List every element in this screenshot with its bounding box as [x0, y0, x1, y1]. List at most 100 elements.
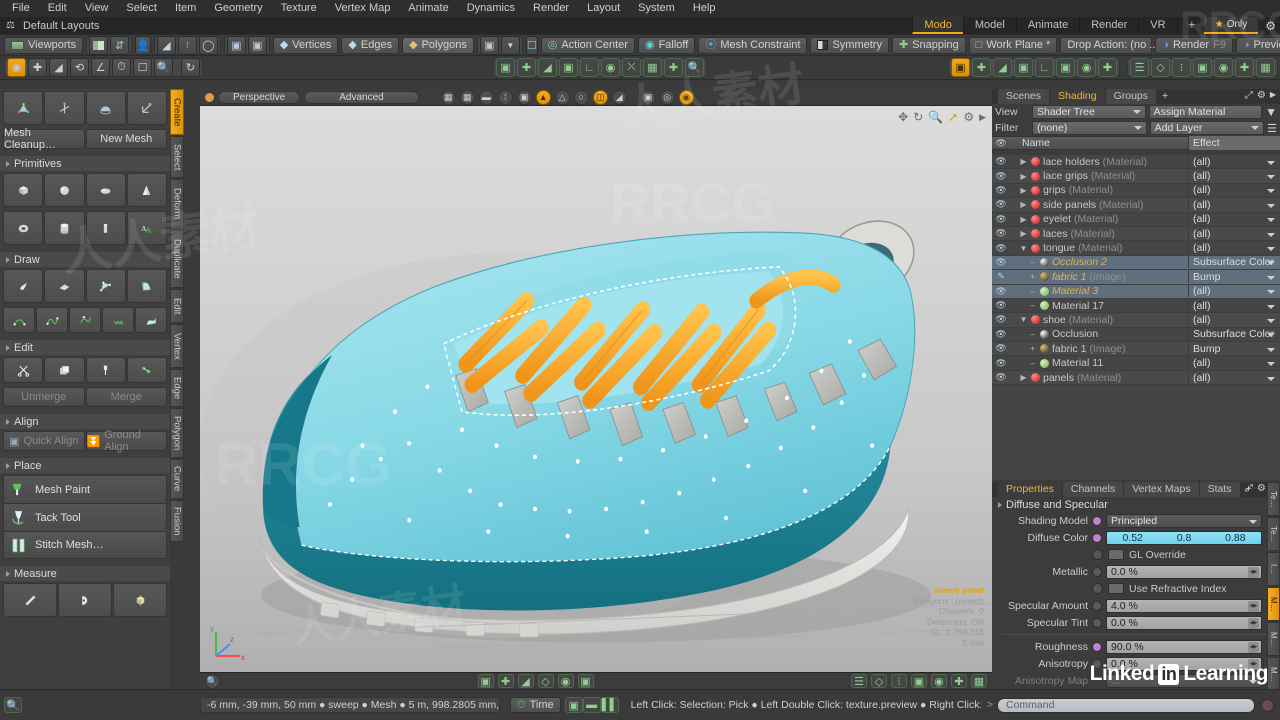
shader-tree-row[interactable]: 👁–Material 3(all) — [992, 285, 1280, 299]
eye-icon[interactable]: 👁 — [992, 228, 1010, 239]
shader-tree-effect-select[interactable]: (all) — [1188, 213, 1280, 225]
vtab-create[interactable]: Create — [170, 89, 184, 135]
select-arrow-icon[interactable]: ◢ — [157, 36, 176, 55]
symmetry-button[interactable]: Symmetry — [810, 37, 889, 54]
menu-item-dynamics[interactable]: Dynamics — [459, 0, 523, 17]
menu-item-item[interactable]: Item — [167, 0, 204, 17]
gear-icon[interactable]: ⚙ — [1257, 90, 1266, 101]
vtab-curve[interactable]: Curve — [170, 459, 184, 499]
vp2-item-icon[interactable]: ▣ — [951, 58, 970, 77]
property-animated-dot-icon[interactable] — [1092, 567, 1102, 577]
vp-focus-icon[interactable]: ◉ — [679, 90, 694, 105]
edges-button[interactable]: ◆ Edges — [341, 37, 399, 54]
shader-tree-row[interactable]: 👁▶lace holders (Material)(all) — [992, 155, 1280, 169]
vp2-camera-icon[interactable]: ▣ — [1056, 58, 1075, 77]
tab-groups[interactable]: Groups — [1106, 89, 1156, 104]
menu-item-edit[interactable]: Edit — [40, 0, 75, 17]
spinner-icon[interactable]: ◀▶ — [1248, 642, 1259, 653]
vtab-polygon[interactable]: Polygon — [170, 408, 184, 458]
section-header-place[interactable]: Place — [0, 458, 170, 473]
eye-icon[interactable]: 👁 — [992, 199, 1010, 210]
transform-tool-icon[interactable]: ◉ — [7, 58, 26, 77]
vpf-layer-icon[interactable]: ◇ — [871, 674, 887, 688]
shader-tree-row[interactable]: 👁–Material 11(all) — [992, 356, 1280, 370]
merge-button[interactable]: Merge — [86, 387, 168, 407]
shader-tree-effect-select[interactable]: Bump — [1188, 271, 1280, 283]
vp-scale-icon[interactable]: ⛌ — [622, 58, 641, 77]
quick-align-button[interactable]: ▣ Quick Align — [3, 431, 85, 451]
shader-tree-effect-select[interactable]: (all) — [1188, 228, 1280, 240]
stamp-tool-icon[interactable]: ☐ — [133, 58, 152, 77]
shading-mode-select[interactable]: Advanced — [304, 91, 418, 104]
lasso-icon[interactable]: ◯ — [199, 36, 218, 55]
tab-properties[interactable]: Properties — [998, 482, 1062, 497]
layout-tab-modo[interactable]: Modo — [912, 17, 963, 34]
select-connected-icon[interactable]: ⁝ — [178, 36, 197, 55]
eye-icon[interactable]: 👁 — [992, 372, 1010, 383]
spinner-icon[interactable]: ◀▶ — [1248, 618, 1259, 629]
leaf-dash-icon[interactable]: – — [1028, 330, 1037, 339]
shader-tree-row[interactable]: 👁▶side panels (Material)(all) — [992, 198, 1280, 212]
side-tab-te1[interactable]: Te… — [1267, 482, 1280, 516]
scale-tool-icon[interactable]: ◢ — [49, 58, 68, 77]
section-header-align[interactable]: Align — [0, 414, 170, 429]
side-tab-m3[interactable]: M… — [1267, 657, 1280, 691]
eye-icon[interactable]: 👁 — [992, 214, 1010, 225]
unmerge-button[interactable]: Unmerge — [3, 387, 85, 407]
vp-camera-icon[interactable]: ▣ — [559, 58, 578, 77]
eye-icon[interactable]: 👁 — [992, 156, 1010, 167]
chevron-right-icon[interactable]: ▶ — [1019, 373, 1028, 382]
eye-icon[interactable]: 👁 — [992, 314, 1010, 325]
gear-icon[interactable]: ⚙ — [1257, 483, 1266, 494]
eye-icon[interactable]: 👁 — [992, 329, 1010, 340]
shader-tree-row[interactable]: 👁–OcclusionSubsurface Color — [992, 328, 1280, 342]
menu-item-help[interactable]: Help — [685, 0, 724, 17]
vpf-group-icon[interactable]: ◉ — [931, 674, 947, 688]
leaf-dash-icon[interactable]: – — [1028, 301, 1037, 310]
stitch-mesh-button[interactable]: Stitch Mesh… — [3, 531, 167, 559]
vp2-move-icon[interactable]: ✚ — [972, 58, 991, 77]
menu-item-layout[interactable]: Layout — [579, 0, 628, 17]
vpf-nodes-icon[interactable]: ⁝ — [891, 674, 907, 688]
items-mode-icon[interactable]: ▣ — [227, 36, 246, 55]
curve-bezier-icon[interactable] — [36, 307, 68, 333]
property-checkbox[interactable] — [1108, 549, 1124, 560]
new-mesh-button[interactable]: New Mesh — [86, 129, 168, 149]
list-options-icon[interactable]: ☰ — [1267, 122, 1277, 135]
vp2-shear-icon[interactable]: ◢ — [993, 58, 1012, 77]
vp-shade-icon[interactable]: ▲ — [536, 90, 551, 105]
vp-grid-icon[interactable]: ▦ — [460, 90, 475, 105]
st-frame-icon[interactable]: ▦ — [1256, 58, 1275, 77]
curve-arc-icon[interactable] — [3, 307, 35, 333]
ground-align-button[interactable]: ⏬ Ground Align — [86, 431, 168, 451]
property-checkbox[interactable] — [1108, 583, 1124, 594]
properties-group-header[interactable]: Diffuse and Specular — [992, 497, 1280, 512]
draw-polygon-icon[interactable] — [86, 269, 126, 303]
vp2-add-icon[interactable]: ✚ — [1098, 58, 1117, 77]
vpf-list-icon[interactable]: ☰ — [851, 674, 867, 688]
property-dot-icon[interactable] — [1092, 549, 1103, 560]
shader-tree-row[interactable]: 👁–Material 17(all) — [992, 299, 1280, 313]
zoom-icon[interactable]: 🔍 — [928, 110, 943, 124]
viewports-button[interactable]: Viewports — [4, 37, 83, 54]
menu-item-geometry[interactable]: Geometry — [206, 0, 270, 17]
chevron-down-icon[interactable]: ▼ — [501, 36, 520, 55]
vp-move-icon[interactable]: ✚ — [517, 58, 536, 77]
edit-copy-icon[interactable] — [44, 357, 84, 383]
vp-center-icon[interactable]: ▣ — [641, 90, 656, 105]
leaf-dash-icon[interactable]: – — [1028, 359, 1037, 368]
create-mesh-tool-2-icon[interactable] — [44, 91, 84, 125]
tack-tool-button[interactable]: Tack Tool — [3, 503, 167, 531]
mirror-icon[interactable]: ⇵ — [110, 36, 129, 55]
property-animated-dot-icon[interactable] — [1092, 533, 1102, 543]
vp2-pivot-icon[interactable]: ◉ — [1077, 58, 1096, 77]
color-channel-g[interactable]: 0.8 — [1158, 532, 1209, 544]
chevron-down-icon[interactable]: ▼ — [1019, 244, 1028, 253]
shader-tree-effect-select[interactable]: (all) — [1188, 357, 1280, 369]
vpf-uv-icon[interactable]: ◇ — [538, 674, 554, 688]
vpf-add-icon[interactable]: ✚ — [951, 674, 967, 688]
polygons-button[interactable]: ◆ Polygons — [402, 37, 474, 54]
side-tab-m2[interactable]: M… — [1267, 622, 1280, 656]
vp-item-mode-icon[interactable]: ▣ — [496, 58, 515, 77]
shader-filter-select[interactable]: (none) — [1032, 121, 1147, 135]
